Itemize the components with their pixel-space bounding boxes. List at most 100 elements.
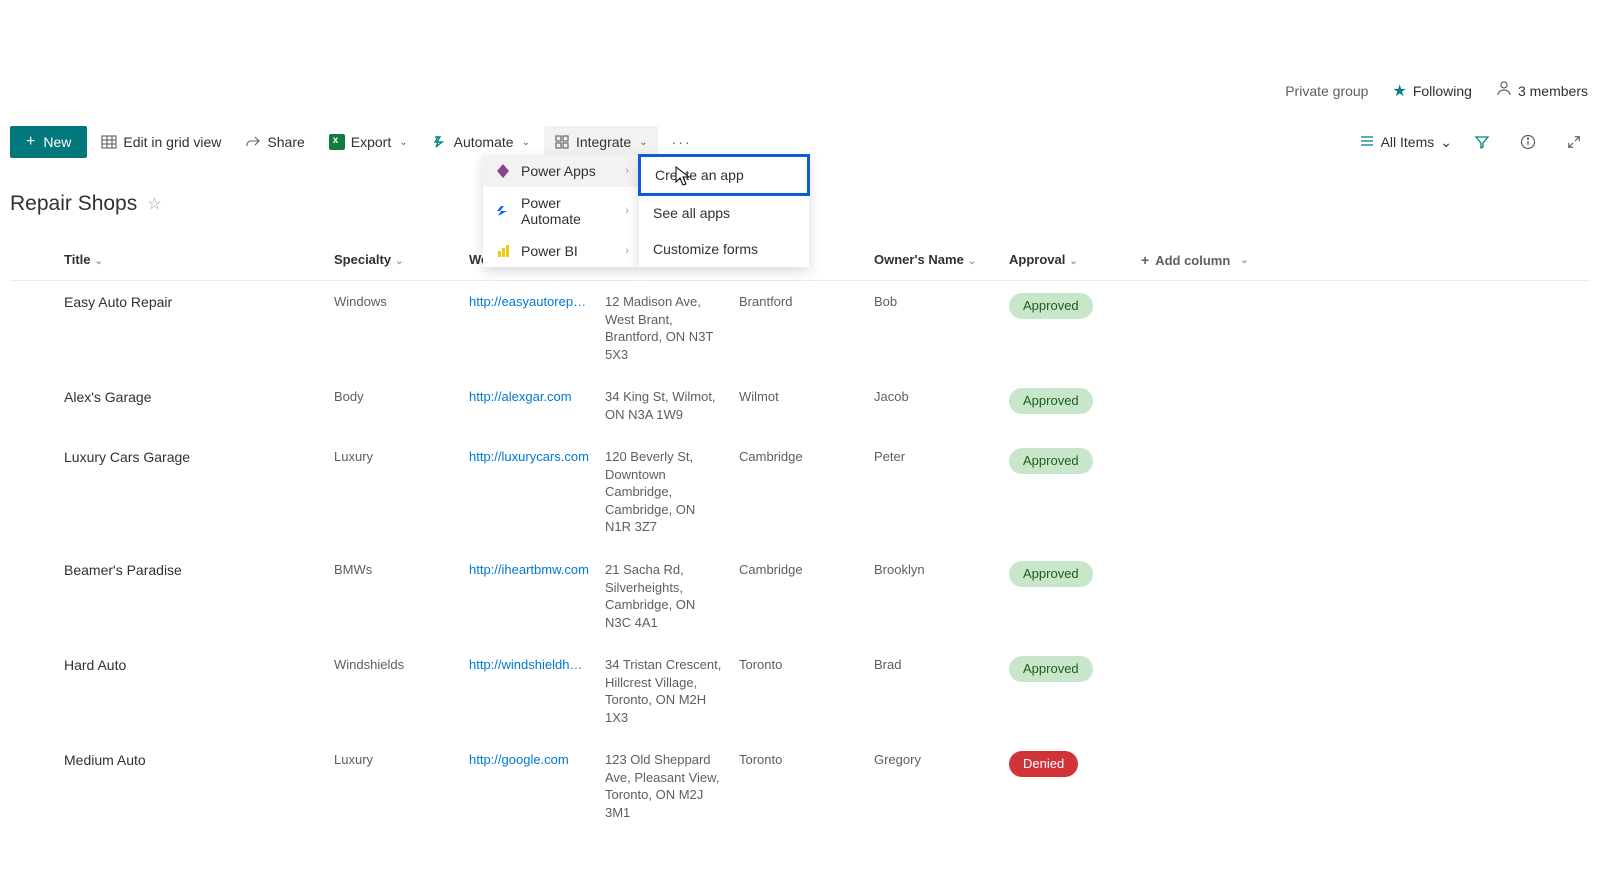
table-row[interactable]: Luxury Cars GarageLuxuryhttp://luxurycar…	[10, 436, 1590, 549]
power-automate-icon	[495, 203, 511, 219]
chevron-right-icon: ›	[625, 205, 629, 217]
row-select-cell[interactable]	[10, 376, 56, 436]
automate-button[interactable]: Automate ⌄	[422, 126, 540, 158]
chevron-down-icon: ⌄	[395, 256, 403, 267]
website-link[interactable]: http://iheartbmw.com	[469, 561, 589, 579]
column-add[interactable]: +Add column⌄	[1133, 240, 1590, 281]
submenu-create-app[interactable]: Create an app	[638, 154, 810, 196]
edit-grid-label: Edit in grid view	[123, 134, 221, 150]
chevron-down-icon: ⌄	[968, 256, 976, 267]
chevron-right-icon: ›	[625, 165, 629, 177]
integrate-menu: Power Apps › Power Automate › Power BI ›	[483, 155, 641, 267]
expand-button[interactable]	[1558, 126, 1590, 158]
export-label: Export	[351, 134, 391, 150]
chevron-down-icon: ⌄	[1069, 256, 1077, 267]
menu-item-power-apps[interactable]: Power Apps ›	[483, 155, 641, 187]
approval-pill: Approved	[1009, 448, 1093, 474]
cell-website: http://alexgar.com	[461, 376, 597, 436]
cell-empty	[1133, 281, 1590, 376]
edit-grid-button[interactable]: Edit in grid view	[91, 126, 231, 158]
cell-specialty: Body	[326, 376, 461, 436]
flow-icon	[432, 134, 448, 150]
cell-approval: Approved	[1001, 644, 1133, 739]
following-toggle[interactable]: ★ Following	[1392, 81, 1471, 101]
table-row[interactable]: Beamer's ParadiseBMWshttp://iheartbmw.co…	[10, 549, 1590, 644]
cell-empty	[1133, 549, 1590, 644]
cell-empty	[1133, 436, 1590, 549]
table-row[interactable]: Hard AutoWindshields http://windshieldhar…	[10, 644, 1590, 739]
integrate-label: Integrate	[576, 134, 631, 150]
submenu-label: Create an app	[655, 167, 744, 183]
row-select-cell[interactable]	[10, 549, 56, 644]
filter-button[interactable]	[1466, 126, 1498, 158]
chevron-right-icon: ›	[625, 245, 629, 257]
chevron-down-icon: ⌄	[1240, 255, 1248, 266]
plus-icon: +	[1141, 252, 1149, 268]
table-row[interactable]: Alex's GarageBodyhttp://alexgar.com34 Ki…	[10, 376, 1590, 436]
table-row[interactable]: Easy Auto RepairWindowshttp://easyautore…	[10, 281, 1590, 376]
favorite-star-button[interactable]: ☆	[147, 194, 161, 214]
chevron-down-icon: ⌄	[639, 137, 647, 148]
row-select-cell[interactable]	[10, 739, 56, 834]
table-row[interactable]: Medium AutoLuxuryhttp://google.com123 Ol…	[10, 739, 1590, 834]
cell-approval: Approved	[1001, 281, 1133, 376]
following-label: Following	[1413, 83, 1472, 99]
cell-specialty: Luxury	[326, 739, 461, 834]
website-link[interactable]: http://easyautorepair.c...	[469, 293, 589, 311]
cell-owner: Brooklyn	[866, 549, 1001, 644]
chevron-down-icon: ⌄	[1440, 134, 1452, 151]
approval-pill: Approved	[1009, 388, 1093, 414]
cell-specialty: Windshields	[326, 644, 461, 739]
cell-approval: Approved	[1001, 436, 1133, 549]
site-info-bar: Private group ★ Following 3 members	[1285, 80, 1588, 101]
chevron-down-icon: ⌄	[522, 137, 530, 148]
cell-website: http://iheartbmw.com	[461, 549, 597, 644]
column-approval[interactable]: Approval⌄	[1001, 240, 1133, 281]
share-icon	[245, 134, 261, 150]
website-link[interactable]: http://windshieldharda...	[469, 656, 589, 674]
cell-website: http://windshieldharda...	[461, 644, 597, 739]
cell-owner: Bob	[866, 281, 1001, 376]
new-label: New	[43, 134, 71, 150]
column-owner[interactable]: Owner's Name⌄	[866, 240, 1001, 281]
list-title: Repair Shops	[10, 192, 137, 216]
list-title-area: Repair Shops ☆	[10, 192, 162, 216]
grid-icon	[101, 134, 117, 150]
cell-empty	[1133, 376, 1590, 436]
row-select-cell[interactable]	[10, 644, 56, 739]
row-select-cell[interactable]	[10, 436, 56, 549]
column-select[interactable]	[10, 240, 56, 281]
row-select-cell[interactable]	[10, 281, 56, 376]
menu-label: Power BI	[521, 243, 578, 259]
info-button[interactable]	[1512, 126, 1544, 158]
menu-item-power-automate[interactable]: Power Automate ›	[483, 187, 641, 235]
website-link[interactable]: http://luxurycars.com	[469, 448, 589, 466]
approval-pill: Approved	[1009, 561, 1093, 587]
export-button[interactable]: Export ⌄	[319, 126, 418, 158]
cell-owner: Peter	[866, 436, 1001, 549]
chevron-down-icon: ⌄	[399, 137, 407, 148]
website-link[interactable]: http://alexgar.com	[469, 388, 589, 406]
members-link[interactable]: 3 members	[1496, 80, 1588, 101]
column-title[interactable]: Title⌄	[56, 240, 326, 281]
cell-title: Luxury Cars Garage	[56, 436, 326, 549]
website-link[interactable]: http://google.com	[469, 751, 589, 769]
cell-address: 120 Beverly St, Downtown Cambridge, Camb…	[597, 436, 731, 549]
plus-icon: +	[26, 133, 35, 151]
new-button[interactable]: + New	[10, 126, 87, 158]
column-specialty[interactable]: Specialty⌄	[326, 240, 461, 281]
cell-title: Beamer's Paradise	[56, 549, 326, 644]
chevron-down-icon: ⌄	[95, 256, 103, 267]
submenu-see-all-apps[interactable]: See all apps	[639, 195, 809, 231]
cell-city: Toronto	[731, 739, 866, 834]
share-button[interactable]: Share	[235, 126, 314, 158]
cell-title: Hard Auto	[56, 644, 326, 739]
menu-label: Power Automate	[521, 195, 615, 227]
cell-address: 34 King St, Wilmot, ON N3A 1W9	[597, 376, 731, 436]
view-selector[interactable]: All Items ⌄	[1359, 133, 1452, 152]
cell-address: 21 Sacha Rd, Silverheights, Cambridge, O…	[597, 549, 731, 644]
submenu-customize-forms[interactable]: Customize forms	[639, 231, 809, 267]
approval-pill: Approved	[1009, 293, 1093, 319]
more-horizontal-icon: ···	[672, 134, 692, 150]
menu-item-power-bi[interactable]: Power BI ›	[483, 235, 641, 267]
